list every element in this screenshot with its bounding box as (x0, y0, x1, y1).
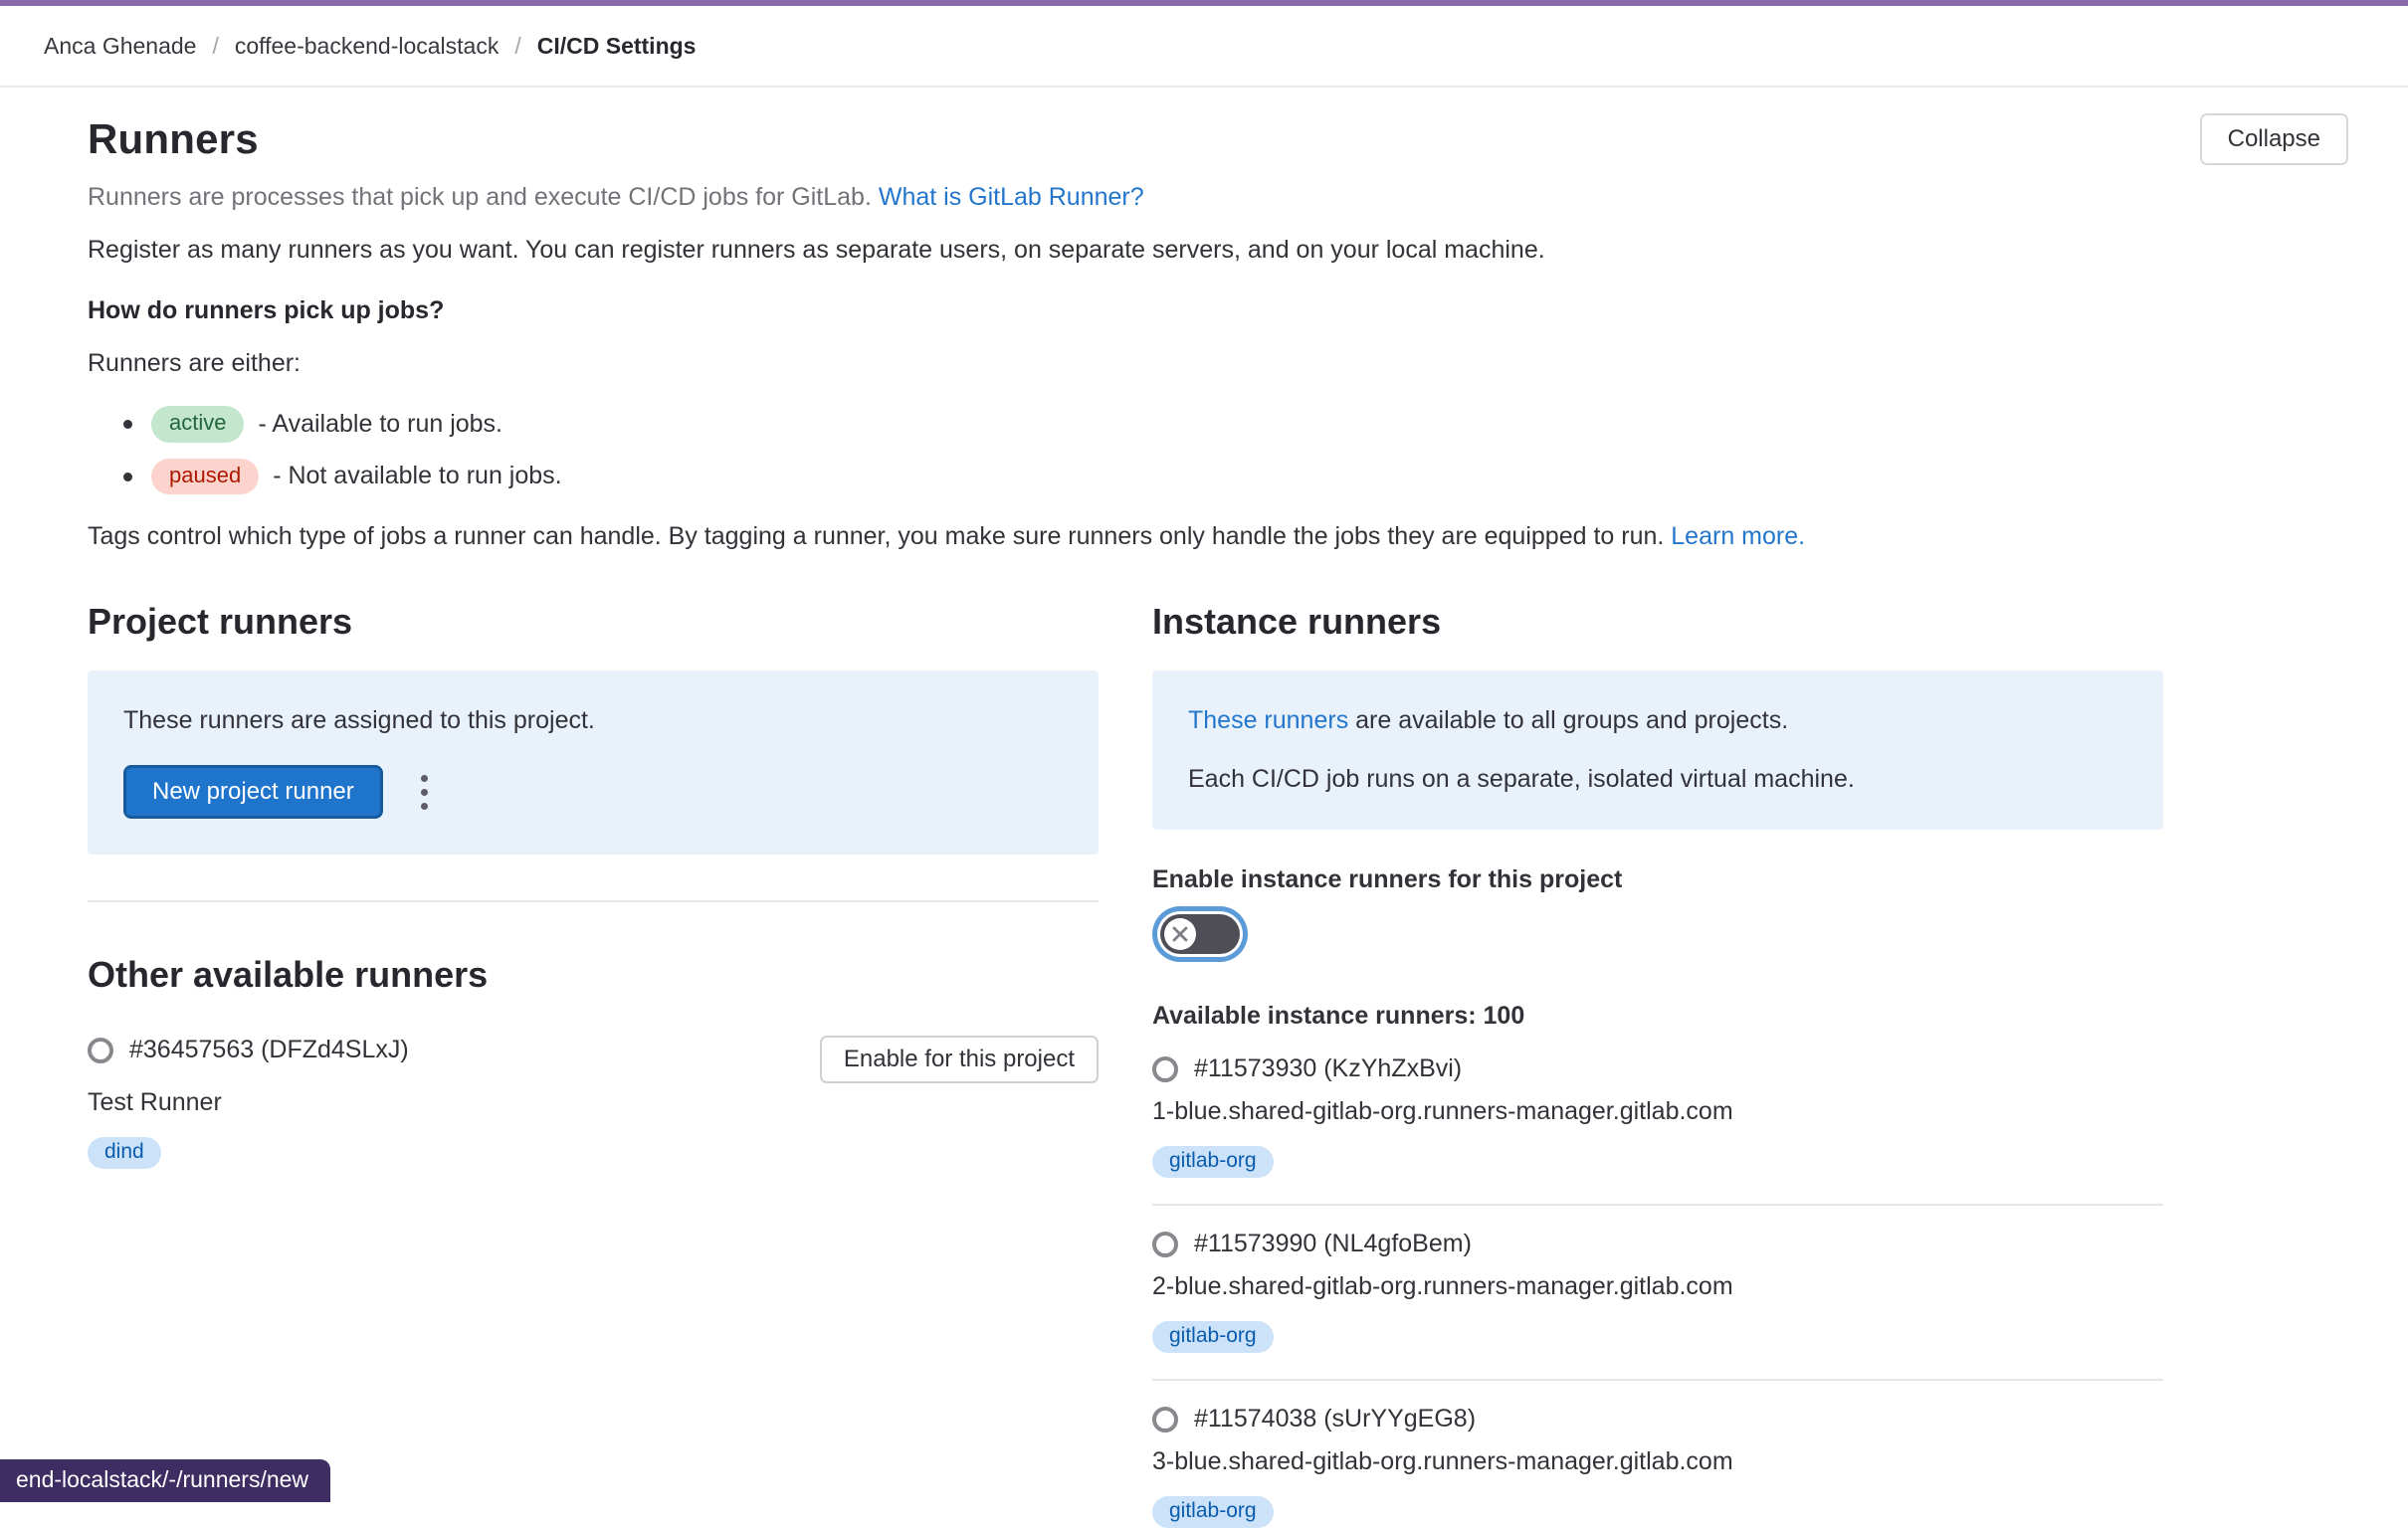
runner-description: Test Runner (88, 1088, 409, 1117)
ellipsis-vertical-icon (421, 775, 428, 810)
breadcrumb-separator: / (212, 33, 218, 60)
instance-runner-row: #11574038 (sUrYYgEG8) 3-blue.shared-gitl… (1152, 1381, 2163, 1528)
collapse-button[interactable]: Collapse (2200, 113, 2348, 165)
runner-state-list: active - Available to run jobs. paused -… (88, 406, 2348, 494)
runners-intro-text: Runners are processes that pick up and e… (88, 183, 872, 211)
instance-runners-column: Instance runners These runners are avail… (1152, 601, 2163, 1528)
learn-more-link[interactable]: Learn more. (1671, 522, 1805, 550)
how-runners-pick-up-jobs-title: How do runners pick up jobs? (88, 296, 2348, 325)
breadcrumb-item-current: CI/CD Settings (537, 33, 697, 60)
runners-section-title: Runners (88, 115, 259, 163)
paused-badge: paused (151, 459, 259, 495)
instance-runners-info-text2: Each CI/CD job runs on a separate, isola… (1188, 765, 2127, 794)
list-item: paused - Not available to run jobs. (88, 459, 2348, 495)
project-runners-info-text: These runners are assigned to this proje… (123, 706, 1063, 735)
divider (88, 900, 1099, 902)
other-available-runners-title: Other available runners (88, 954, 1099, 996)
these-runners-link[interactable]: These runners (1188, 706, 1348, 734)
runner-tag[interactable]: dind (88, 1137, 161, 1169)
runner-tag[interactable]: gitlab-org (1152, 1146, 1274, 1178)
runner-status-icon (1152, 1056, 1178, 1082)
instance-runners-info-text: are available to all groups and projects… (1348, 706, 1788, 734)
runners-are-either-text: Runners are either: (88, 349, 2348, 378)
runner-id-link[interactable]: #11573930 (KzYhZxBvi) (1194, 1054, 1462, 1083)
instance-runner-row: #11573990 (NL4gfoBem) 2-blue.shared-gitl… (1152, 1206, 2163, 1381)
new-project-runner-button[interactable]: New project runner (123, 765, 383, 819)
runner-status-icon (1152, 1232, 1178, 1257)
cicd-settings-page: Runners Collapse Runners are processes t… (0, 88, 2408, 1528)
breadcrumb-item-user[interactable]: Anca Ghenade (44, 33, 196, 60)
project-runners-title: Project runners (88, 601, 1099, 643)
list-item: active - Available to run jobs. (88, 406, 2348, 443)
active-badge-description: - Available to run jobs. (258, 410, 502, 439)
toggle-knob (1164, 918, 1196, 950)
paused-badge-description: - Not available to run jobs. (273, 462, 561, 490)
project-runners-column: Project runners These runners are assign… (88, 601, 1099, 1528)
enable-for-this-project-button[interactable]: Enable for this project (820, 1036, 1099, 1083)
available-instance-runners-count: Available instance runners: 100 (1152, 1002, 2163, 1031)
runner-status-icon (1152, 1407, 1178, 1432)
project-runners-info-box: These runners are assigned to this proje… (88, 670, 1099, 855)
runner-status-icon (88, 1038, 113, 1063)
register-runners-text: Register as many runners as you want. Yo… (88, 236, 2348, 265)
runner-description: 2-blue.shared-gitlab-org.runners-manager… (1152, 1272, 2163, 1301)
instance-runners-toggle[interactable] (1160, 914, 1240, 954)
instance-runners-title: Instance runners (1152, 601, 2163, 643)
instance-runner-row: #11573930 (KzYhZxBvi) 1-blue.shared-gitl… (1152, 1031, 2163, 1206)
available-runner-row: #36457563 (DFZd4SLxJ) Test Runner dind E… (88, 1036, 1099, 1169)
tags-description-text: Tags control which type of jobs a runner… (88, 522, 1664, 550)
browser-status-bar-url: end-localstack/-/runners/new (0, 1459, 330, 1502)
instance-runners-info-box: These runners are available to all group… (1152, 670, 2163, 830)
runner-id-link[interactable]: #11573990 (NL4gfoBem) (1194, 1230, 1472, 1258)
runner-id-link[interactable]: #36457563 (DFZd4SLxJ) (129, 1036, 409, 1064)
project-runner-actions-button[interactable] (415, 769, 434, 816)
breadcrumb-bar: Anca Ghenade / coffee-backend-localstack… (0, 6, 2408, 88)
what-is-gitlab-runner-link[interactable]: What is GitLab Runner? (879, 183, 1144, 211)
runner-id-link[interactable]: #11574038 (sUrYYgEG8) (1194, 1405, 1476, 1433)
runner-description: 3-blue.shared-gitlab-org.runners-manager… (1152, 1447, 2163, 1476)
enable-instance-runners-label: Enable instance runners for this project (1152, 865, 2163, 894)
breadcrumb-item-project[interactable]: coffee-backend-localstack (235, 33, 500, 60)
instance-runner-list: #11573930 (KzYhZxBvi) 1-blue.shared-gitl… (1152, 1031, 2163, 1528)
breadcrumb: Anca Ghenade / coffee-backend-localstack… (44, 33, 696, 60)
runner-description: 1-blue.shared-gitlab-org.runners-manager… (1152, 1097, 2163, 1126)
active-badge: active (151, 406, 244, 443)
breadcrumb-separator: / (514, 33, 520, 60)
close-icon (1171, 925, 1189, 943)
runner-tag[interactable]: gitlab-org (1152, 1496, 1274, 1528)
runner-tag[interactable]: gitlab-org (1152, 1321, 1274, 1353)
